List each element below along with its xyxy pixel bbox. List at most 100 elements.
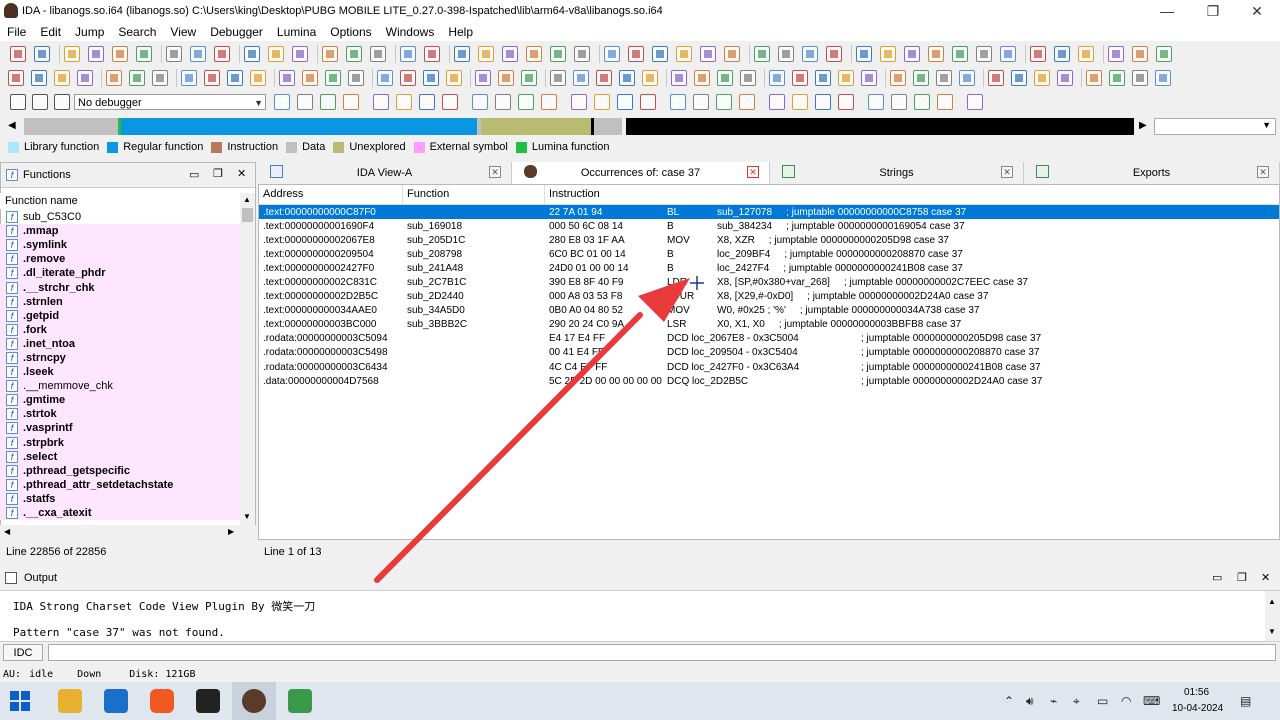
close-tab-icon[interactable]: ✕ bbox=[1257, 166, 1269, 178]
occurrence-row[interactable]: .rodata:00000000003C5498 00 41 E4 FF DCD l… bbox=[259, 346, 1279, 360]
address-column-header[interactable]: Address bbox=[259, 185, 403, 204]
toolbar-button-icon[interactable] bbox=[717, 70, 733, 86]
functions-vertical-scrollbar[interactable]: ▲ ▼ bbox=[240, 193, 255, 525]
maximize-icon[interactable]: ▭ bbox=[1212, 571, 1222, 584]
minimize-button[interactable]: — bbox=[1144, 0, 1190, 22]
maximize-icon[interactable]: ▭ bbox=[189, 168, 199, 181]
toolbar-button-icon[interactable] bbox=[904, 46, 920, 62]
float-icon[interactable]: ❐ bbox=[213, 167, 223, 180]
function-list-item[interactable]: f .inet_ntoa bbox=[0, 336, 240, 351]
scroll-up-icon[interactable]: ▲ bbox=[243, 195, 251, 204]
toolbar-button-icon[interactable] bbox=[88, 46, 104, 62]
toolbar-button-icon[interactable] bbox=[526, 46, 542, 62]
toolbar-button-icon[interactable] bbox=[518, 94, 534, 110]
battery-icon[interactable]: ▭ bbox=[1097, 694, 1108, 708]
toolbar-button-icon[interactable] bbox=[754, 46, 770, 62]
toolbar-button-icon[interactable] bbox=[54, 70, 70, 86]
toolbar-button-icon[interactable] bbox=[769, 70, 785, 86]
toolbar-button-icon[interactable] bbox=[204, 70, 220, 86]
usb-icon[interactable]: ⌁ bbox=[1050, 694, 1057, 708]
nav-left-arrow-icon[interactable]: ◀ bbox=[8, 120, 16, 131]
tray-chevron-up-icon[interactable]: ⌃ bbox=[1004, 694, 1014, 708]
toolbar-button-icon[interactable] bbox=[373, 94, 389, 110]
toolbar-button-icon[interactable] bbox=[967, 94, 983, 110]
toolbar-button-icon[interactable] bbox=[724, 46, 740, 62]
toolbar-button-icon[interactable] bbox=[890, 70, 906, 86]
toolbar-button-icon[interactable] bbox=[274, 94, 290, 110]
toolbar-button-icon[interactable] bbox=[778, 46, 794, 62]
toolbar-button-icon[interactable] bbox=[670, 94, 686, 110]
function-list-item[interactable]: f .remove bbox=[0, 252, 240, 267]
toolbar-button-icon[interactable] bbox=[1078, 46, 1094, 62]
toolbar-button-icon[interactable] bbox=[740, 70, 756, 86]
toolbar-button-icon[interactable] bbox=[1034, 70, 1050, 86]
toolbar-button-icon[interactable] bbox=[112, 46, 128, 62]
toolbar-button-icon[interactable] bbox=[423, 70, 439, 86]
occurrence-row[interactable]: .text:00000000002427F0 sub_241A48 24D0 01 … bbox=[259, 261, 1279, 275]
toolbar-button-icon[interactable] bbox=[792, 94, 808, 110]
function-list-item[interactable]: f .symlink bbox=[0, 238, 240, 253]
menu-jump[interactable]: Jump bbox=[68, 25, 111, 39]
close-tab-icon[interactable]: ✕ bbox=[489, 166, 501, 178]
notepad-icon[interactable] bbox=[288, 689, 312, 713]
function-list-item[interactable]: f .select bbox=[0, 449, 240, 464]
windows-start-icon[interactable] bbox=[10, 691, 30, 711]
toolbar-button-icon[interactable] bbox=[628, 46, 644, 62]
command-input[interactable] bbox=[48, 644, 1276, 661]
menu-view[interactable]: View bbox=[163, 25, 203, 39]
toolbar-button-icon[interactable] bbox=[716, 94, 732, 110]
toolbar-button-icon[interactable] bbox=[541, 94, 557, 110]
function-list-item[interactable]: f .strtok bbox=[0, 407, 240, 422]
tab-strings[interactable]: Strings ✕ bbox=[770, 162, 1024, 184]
occurrences-list[interactable]: .text:00000000000C87F0 22 7A 01 94 BL sub_1… bbox=[259, 205, 1279, 388]
close-tab-icon[interactable]: ✕ bbox=[747, 166, 759, 178]
function-list-item[interactable]: f .__cxa_atexit bbox=[0, 505, 240, 521]
toolbar-button-icon[interactable] bbox=[952, 46, 968, 62]
toolbar-button-icon[interactable] bbox=[348, 70, 364, 86]
function-list-item[interactable]: f .strnlen bbox=[0, 294, 240, 309]
toolbar-button-icon[interactable] bbox=[1108, 46, 1124, 62]
toolbar-button-icon[interactable] bbox=[400, 70, 416, 86]
function-list-item[interactable]: f .gmtime bbox=[0, 393, 240, 408]
menu-debugger[interactable]: Debugger bbox=[203, 25, 270, 39]
toolbar-button-icon[interactable] bbox=[152, 70, 168, 86]
function-list-item[interactable]: f .vasprintf bbox=[0, 421, 240, 436]
nav-right-arrow-icon[interactable]: ▶ bbox=[1139, 120, 1147, 131]
toolbar-button-icon[interactable] bbox=[769, 94, 785, 110]
navigation-band[interactable] bbox=[24, 118, 1134, 135]
function-list-item[interactable]: f sub_C53C0 bbox=[0, 210, 240, 224]
toolbar-button-icon[interactable] bbox=[1000, 46, 1016, 62]
scroll-thumb[interactable] bbox=[242, 208, 253, 222]
toolbar-button-icon[interactable] bbox=[676, 46, 692, 62]
toolbar-button-icon[interactable] bbox=[10, 46, 26, 62]
toolbar-button-icon[interactable] bbox=[861, 70, 877, 86]
toolbar-button-icon[interactable] bbox=[279, 70, 295, 86]
volume-icon[interactable]: 🔊︎ bbox=[1026, 694, 1034, 709]
toolbar-button-icon[interactable] bbox=[400, 46, 416, 62]
toolbar-button-icon[interactable] bbox=[1132, 46, 1148, 62]
toolbar-button-icon[interactable] bbox=[693, 94, 709, 110]
restore-button[interactable]: ❐ bbox=[1190, 0, 1236, 22]
scroll-up-icon[interactable]: ▲ bbox=[1268, 597, 1276, 606]
function-list-item[interactable]: f .lseek bbox=[0, 365, 240, 380]
menu-file[interactable]: File bbox=[0, 25, 33, 39]
toolbar-button-icon[interactable] bbox=[739, 94, 755, 110]
function-list-item[interactable]: f .dl_iterate_phdr bbox=[0, 266, 240, 281]
toolbar-button-icon[interactable] bbox=[478, 46, 494, 62]
function-list-item[interactable]: f .pthread_attr_setdetachstate bbox=[0, 477, 240, 492]
toolbar-button-icon[interactable] bbox=[34, 46, 50, 62]
toolbar-button-icon[interactable] bbox=[619, 70, 635, 86]
toolbar-button-icon[interactable] bbox=[77, 70, 93, 86]
nav-select[interactable]: ▼ bbox=[1154, 118, 1276, 135]
toolbar-button-icon[interactable] bbox=[129, 70, 145, 86]
toolbar-button-icon[interactable] bbox=[8, 70, 24, 86]
toolbar-button-icon[interactable] bbox=[936, 70, 952, 86]
toolbar-button-icon[interactable] bbox=[617, 94, 633, 110]
toolbar-button-icon[interactable] bbox=[250, 70, 266, 86]
toolbar-button-icon[interactable] bbox=[976, 46, 992, 62]
keyboard-icon[interactable]: ⌨ bbox=[1143, 694, 1160, 708]
toolbar-button-icon[interactable] bbox=[322, 46, 338, 62]
tab-occurrences[interactable]: Occurrences of: case 37 ✕ bbox=[512, 162, 770, 184]
toolbar-button-icon[interactable] bbox=[640, 94, 656, 110]
location-icon[interactable]: ⌖ bbox=[1073, 694, 1080, 709]
